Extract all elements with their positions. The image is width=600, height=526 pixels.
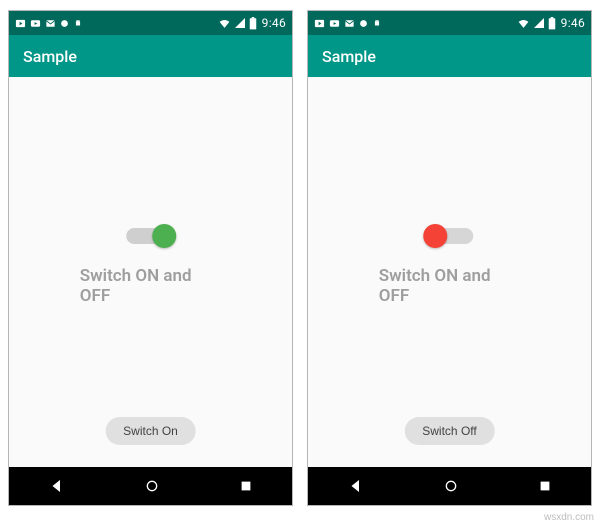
- switch-label: Switch ON and OFF: [379, 266, 521, 306]
- mail-icon: [45, 18, 56, 29]
- signal-icon: [234, 17, 246, 29]
- content-area: Switch ON and OFF Switch Off: [308, 77, 591, 467]
- nav-back-icon[interactable]: [348, 478, 364, 494]
- nav-recent-icon[interactable]: [239, 479, 253, 493]
- switch-thumb: [424, 224, 448, 248]
- app-bar-title: Sample: [322, 47, 376, 66]
- status-clock: 9:46: [561, 16, 585, 30]
- nav-home-icon[interactable]: [443, 478, 459, 494]
- switch-label: Switch ON and OFF: [80, 266, 222, 306]
- content-area: Switch ON and OFF Switch On: [9, 77, 292, 467]
- nav-home-icon[interactable]: [144, 478, 160, 494]
- app-bar: Sample: [308, 35, 591, 77]
- center-group: Switch ON and OFF: [379, 222, 521, 306]
- nav-bar: [308, 467, 591, 505]
- status-bar: 9:46: [9, 11, 292, 35]
- phone-frame-on: 9:46 Sample Switch ON and OFF Switch On: [8, 10, 293, 506]
- circle-icon: [359, 19, 368, 28]
- status-bar-left: [15, 18, 83, 29]
- status-bar-left: [314, 18, 382, 29]
- nav-recent-icon[interactable]: [538, 479, 552, 493]
- switch-thumb: [153, 224, 177, 248]
- status-clock: 9:46: [262, 16, 286, 30]
- nav-bar: [9, 467, 292, 505]
- nav-back-icon[interactable]: [49, 478, 65, 494]
- toggle-switch[interactable]: [123, 222, 179, 250]
- app-bar-title: Sample: [23, 47, 77, 66]
- youtube-icon: [30, 18, 41, 29]
- switch-button[interactable]: Switch On: [105, 417, 196, 445]
- watermark: wsxdn.com: [544, 512, 594, 523]
- youtube-icon: [329, 18, 340, 29]
- android-icon: [73, 18, 83, 28]
- play-icon: [15, 18, 26, 29]
- play-icon: [314, 18, 325, 29]
- mail-icon: [344, 18, 355, 29]
- app-bar: Sample: [9, 35, 292, 77]
- battery-icon: [548, 17, 556, 30]
- phone-frame-off: 9:46 Sample Switch ON and OFF Switch Off: [307, 10, 592, 506]
- wifi-icon: [517, 17, 530, 30]
- signal-icon: [533, 17, 545, 29]
- battery-icon: [249, 17, 257, 30]
- status-bar-right: 9:46: [517, 16, 585, 30]
- screenshot-pair: 9:46 Sample Switch ON and OFF Switch On: [0, 0, 600, 526]
- wifi-icon: [218, 17, 231, 30]
- status-bar-right: 9:46: [218, 16, 286, 30]
- android-icon: [372, 18, 382, 28]
- switch-button[interactable]: Switch Off: [404, 417, 494, 445]
- circle-icon: [60, 19, 69, 28]
- status-bar: 9:46: [308, 11, 591, 35]
- center-group: Switch ON and OFF: [80, 222, 222, 306]
- toggle-switch[interactable]: [422, 222, 478, 250]
